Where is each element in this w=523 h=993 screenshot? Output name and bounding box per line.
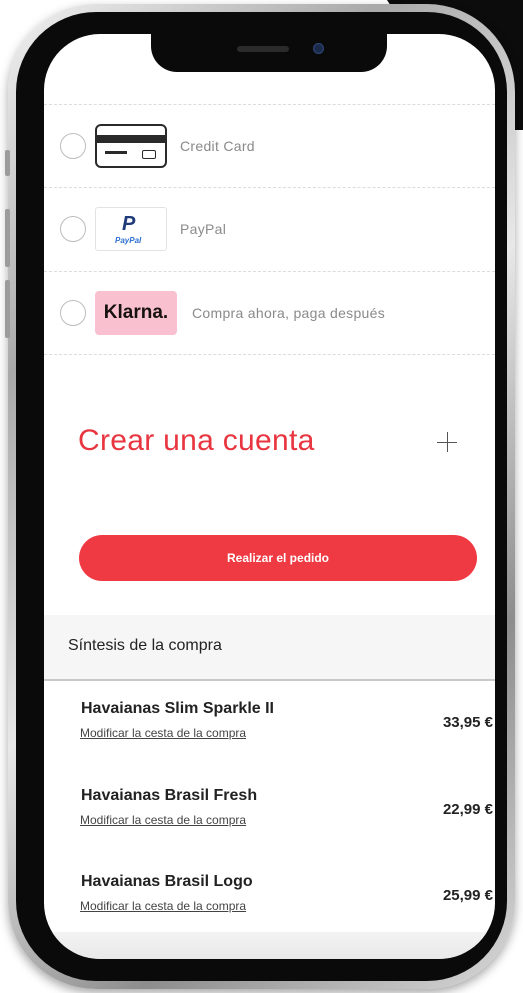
bottom-area — [44, 932, 495, 959]
summary-title: Síntesis de la compra — [68, 637, 222, 654]
payment-label-klarna: Compra ahora, paga después — [192, 305, 386, 321]
plus-icon[interactable] — [437, 432, 457, 452]
product-name: Havaianas Brasil Logo — [81, 873, 253, 890]
place-order-button[interactable]: Realizar el pedido — [79, 535, 477, 581]
radio-klarna[interactable] — [60, 300, 86, 326]
summary-header: Síntesis de la compra — [44, 615, 495, 681]
modify-cart-link[interactable]: Modificar la cesta de la compra — [80, 813, 246, 827]
paypal-logo: P PayPal — [95, 207, 167, 251]
klarna-logo: Klarna. — [95, 291, 177, 335]
paypal-p-mark: P — [122, 213, 136, 235]
divider — [44, 187, 495, 188]
payment-label-credit-card: Credit Card — [180, 138, 255, 154]
klarna-wordmark: Klarna. — [95, 291, 177, 335]
paypal-wordmark: PayPal — [115, 236, 142, 245]
volume-down-button — [5, 280, 10, 338]
divider — [44, 104, 495, 105]
product-name: Havaianas Brasil Fresh — [81, 787, 258, 804]
divider — [44, 354, 495, 355]
payment-label-paypal: PayPal — [180, 221, 227, 237]
radio-credit-card[interactable] — [60, 133, 86, 159]
modify-cart-link[interactable]: Modificar la cesta de la compra — [80, 726, 246, 740]
product-price: 25,99 € — [442, 887, 493, 904]
credit-card-icon — [95, 124, 167, 168]
volume-up-button — [5, 209, 10, 267]
payment-option-klarna[interactable]: Klarna. Compra ahora, paga después — [44, 273, 495, 353]
notch — [151, 34, 387, 72]
front-camera — [313, 43, 324, 54]
create-account-title[interactable]: Crear una cuenta — [78, 424, 315, 458]
payment-option-paypal[interactable]: P PayPal PayPal — [44, 189, 495, 269]
radio-paypal[interactable] — [60, 216, 86, 242]
product-row: Havaianas Slim Sparkle II Modificar la c… — [44, 700, 495, 786]
mute-switch — [5, 150, 10, 176]
speaker-grille — [237, 46, 289, 52]
phone-frame: Credit Card P PayPal PayPal Klarna. Comp… — [5, 4, 515, 989]
product-row: Havaianas Brasil Fresh Modificar la cest… — [44, 787, 495, 873]
checkout-page: Credit Card P PayPal PayPal Klarna. Comp… — [44, 34, 495, 959]
modify-cart-link[interactable]: Modificar la cesta de la compra — [80, 899, 246, 913]
payment-option-credit-card[interactable]: Credit Card — [44, 106, 495, 186]
product-price: 22,99 € — [442, 801, 493, 818]
divider — [44, 271, 495, 272]
product-price: 33,95 € — [442, 714, 493, 731]
phone-screen: Credit Card P PayPal PayPal Klarna. Comp… — [44, 34, 495, 959]
product-name: Havaianas Slim Sparkle II — [81, 700, 274, 717]
